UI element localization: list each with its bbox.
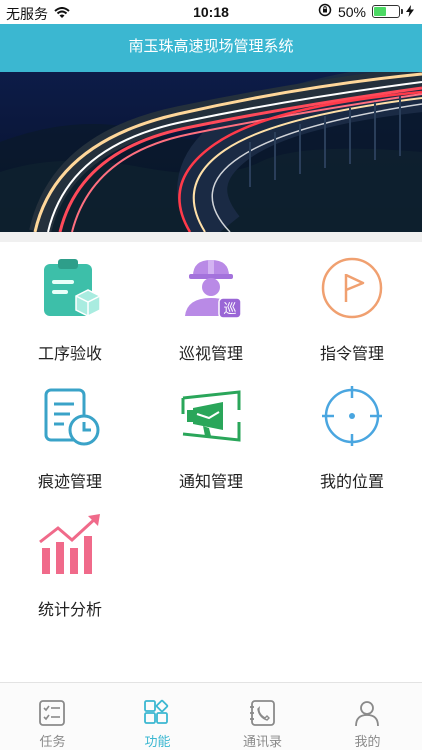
flag-icon: [321, 257, 383, 319]
function-label: 痕迹管理: [37, 474, 102, 491]
function-trace-management[interactable]: 痕迹管理: [0, 370, 140, 496]
function-my-location[interactable]: 我的位置: [282, 370, 422, 496]
function-label: 统计分析: [37, 602, 102, 619]
megaphone-icon: [181, 390, 241, 442]
document-clock-icon: [44, 388, 100, 446]
banner-carousel[interactable]: [0, 72, 422, 232]
status-bar: 无服务 10:18 50%: [0, 0, 422, 24]
tab-contacts[interactable]: 通讯录: [210, 683, 315, 750]
battery-icon: [372, 5, 403, 18]
function-statistics-analysis[interactable]: 统计分析: [0, 498, 140, 624]
contacts-icon: [250, 700, 275, 726]
function-command-management[interactable]: 指令管理: [282, 242, 422, 368]
tab-tasks[interactable]: 任务: [0, 683, 105, 750]
tab-label: 任务: [39, 734, 66, 749]
inspector-icon: 巡: [185, 260, 242, 319]
battery-percent: 50%: [337, 3, 366, 20]
function-label: 我的位置: [319, 474, 384, 491]
clipboard-box-icon: [44, 259, 101, 317]
tab-label: 通讯录: [242, 734, 282, 749]
tab-label: 功能: [144, 734, 171, 749]
function-label: 指令管理: [319, 346, 384, 363]
function-label: 工序验收: [37, 346, 102, 363]
svg-text:巡: 巡: [223, 302, 236, 317]
section-divider: [0, 232, 422, 242]
highway-banner-image: [0, 72, 422, 232]
header-bar: 南玉珠高速现场管理系统: [0, 24, 422, 72]
bar-chart-icon: [39, 514, 100, 574]
tab-me[interactable]: 我的: [315, 683, 420, 750]
orientation-lock-icon: [318, 3, 332, 20]
bottom-tab-bar: 任务 功能 通讯录 我的: [0, 682, 422, 750]
charging-icon: [406, 4, 414, 20]
function-patrol-management[interactable]: 巡 巡视管理: [141, 242, 281, 368]
task-list-icon: [39, 700, 65, 726]
grid-icon: [144, 699, 169, 724]
user-icon: [355, 701, 379, 727]
tab-label: 我的: [354, 734, 381, 749]
battery-level: [374, 7, 386, 16]
function-label: 巡视管理: [178, 346, 243, 363]
function-label: 通知管理: [178, 474, 243, 491]
location-target-icon: [322, 386, 382, 446]
page-title: 南玉珠高速现场管理系统: [128, 38, 294, 55]
function-inspection-acceptance[interactable]: 工序验收: [0, 242, 140, 368]
function-notice-management[interactable]: 通知管理: [141, 370, 281, 496]
status-right: 50%: [318, 3, 414, 20]
tab-functions[interactable]: 功能: [105, 683, 210, 750]
